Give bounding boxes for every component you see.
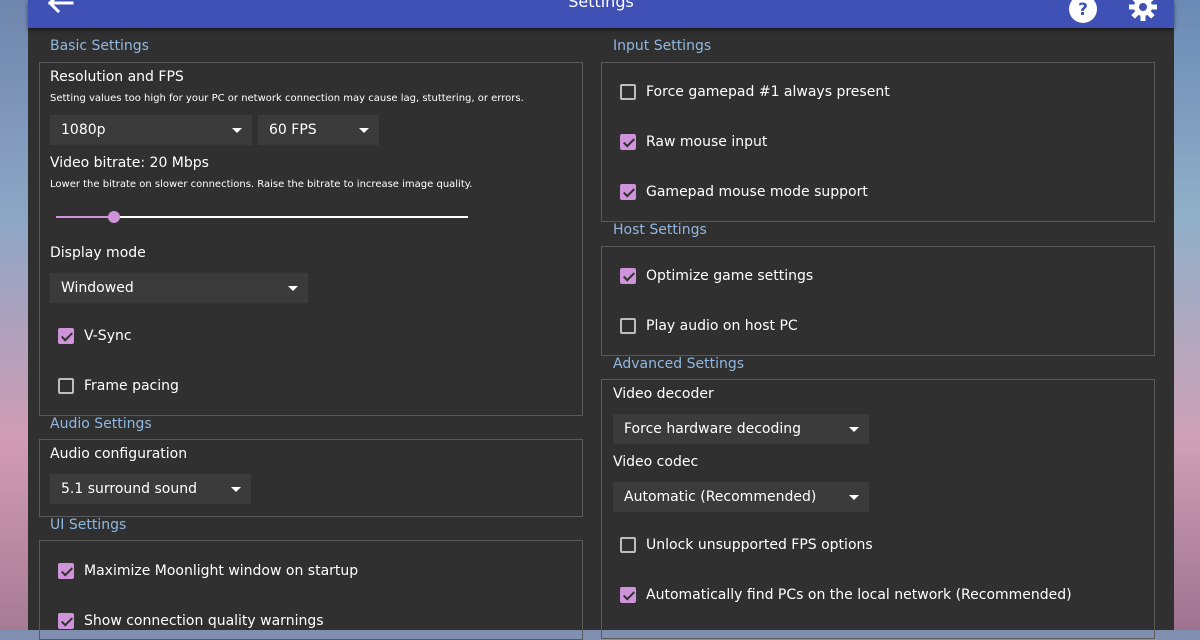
page-title: Settings <box>568 0 634 11</box>
gear-icon[interactable] <box>1128 0 1158 22</box>
play-audio-option[interactable]: Play audio on host PC <box>620 314 798 338</box>
optimize-game-option[interactable]: Optimize game settings <box>620 264 813 288</box>
gamepad-mouse-checkbox[interactable] <box>620 184 636 200</box>
display-mode-value: Windowed <box>61 280 134 296</box>
audio-config-label: Audio configuration <box>50 446 188 462</box>
bitrate-slider-thumb[interactable] <box>107 211 120 223</box>
video-codec-value: Automatic (Recommended) <box>624 489 817 505</box>
gamepad-mouse-label: Gamepad mouse mode support <box>646 184 868 200</box>
check-icon <box>622 135 636 148</box>
quality-warnings-option[interactable]: Show connection quality warnings <box>58 609 324 633</box>
check-icon <box>622 588 636 601</box>
chevron-down-icon <box>849 427 859 432</box>
find-pcs-option[interactable]: Automatically find PCs on the local netw… <box>620 583 1072 607</box>
video-decoder-label: Video decoder <box>613 386 714 402</box>
fps-dropdown[interactable]: 60 FPS <box>258 115 379 145</box>
resolution-label: Resolution and FPS <box>50 69 184 85</box>
frame-pacing-checkbox[interactable] <box>58 378 74 394</box>
bitrate-label: Video bitrate: 20 Mbps <box>50 155 209 171</box>
chevron-down-icon <box>849 495 859 500</box>
vsync-label: V-Sync <box>84 328 132 344</box>
unlock-fps-option[interactable]: Unlock unsupported FPS options <box>620 533 873 557</box>
raw-mouse-option[interactable]: Raw mouse input <box>620 130 767 154</box>
raw-mouse-checkbox[interactable] <box>620 134 636 150</box>
resolution-dropdown[interactable]: 1080p <box>50 115 252 145</box>
maximize-label: Maximize Moonlight window on startup <box>84 563 359 579</box>
bitrate-slider[interactable] <box>56 211 468 223</box>
chevron-down-icon <box>232 128 242 133</box>
desktop-background-right <box>1174 0 1200 630</box>
maximize-option[interactable]: Maximize Moonlight window on startup <box>58 559 358 583</box>
check-icon <box>60 329 74 342</box>
vsync-option[interactable]: V-Sync <box>58 324 132 348</box>
display-mode-dropdown[interactable]: Windowed <box>50 273 308 303</box>
fps-value: 60 FPS <box>269 122 317 138</box>
optimize-game-checkbox[interactable] <box>620 268 636 284</box>
ui-settings-title: UI Settings <box>50 517 127 533</box>
audio-settings-title: Audio Settings <box>50 416 152 432</box>
bitrate-hint: Lower the bitrate on slower connections.… <box>50 179 473 190</box>
find-pcs-label: Automatically find PCs on the local netw… <box>646 587 1072 603</box>
toolbar: Settings ? <box>28 0 1174 28</box>
settings-window: Settings ? Basic Settings Resolution and… <box>28 0 1174 640</box>
vsync-checkbox[interactable] <box>58 328 74 344</box>
bitrate-slider-fill <box>56 216 114 218</box>
video-codec-label: Video codec <box>613 454 699 470</box>
input-settings-title: Input Settings <box>613 38 712 54</box>
check-icon <box>622 185 636 198</box>
audio-config-value: 5.1 surround sound <box>61 481 197 497</box>
check-icon <box>622 269 636 282</box>
raw-mouse-label: Raw mouse input <box>646 134 768 150</box>
display-mode-label: Display mode <box>50 245 146 261</box>
check-icon <box>60 614 74 627</box>
resolution-value: 1080p <box>61 122 106 138</box>
quality-warnings-checkbox[interactable] <box>58 613 74 629</box>
video-decoder-value: Force hardware decoding <box>624 421 802 437</box>
play-audio-label: Play audio on host PC <box>646 318 798 334</box>
svg-text:?: ? <box>1078 0 1088 20</box>
chevron-down-icon <box>231 487 241 492</box>
desktop-background-left <box>0 0 28 630</box>
video-decoder-dropdown[interactable]: Force hardware decoding <box>613 414 869 444</box>
quality-warnings-label: Show connection quality warnings <box>84 613 324 629</box>
unlock-fps-label: Unlock unsupported FPS options <box>646 537 873 553</box>
check-icon <box>60 564 74 577</box>
audio-config-dropdown[interactable]: 5.1 surround sound <box>50 474 251 504</box>
host-settings-group <box>601 246 1155 356</box>
chevron-down-icon <box>288 286 298 291</box>
gamepad-present-checkbox[interactable] <box>620 84 636 100</box>
find-pcs-checkbox[interactable] <box>620 587 636 603</box>
gamepad-mouse-option[interactable]: Gamepad mouse mode support <box>620 180 868 204</box>
basic-settings-title: Basic Settings <box>50 38 149 54</box>
maximize-checkbox[interactable] <box>58 563 74 579</box>
gamepad-present-label: Force gamepad #1 always present <box>646 84 890 100</box>
host-settings-title: Host Settings <box>613 222 707 238</box>
resolution-hint: Setting values too high for your PC or n… <box>50 93 524 104</box>
frame-pacing-option[interactable]: Frame pacing <box>58 374 179 398</box>
gamepad-present-option[interactable]: Force gamepad #1 always present <box>620 80 890 104</box>
optimize-game-label: Optimize game settings <box>646 268 814 284</box>
frame-pacing-label: Frame pacing <box>84 378 179 394</box>
help-icon[interactable]: ? <box>1068 0 1098 24</box>
unlock-fps-checkbox[interactable] <box>620 537 636 553</box>
chevron-down-icon <box>359 128 369 133</box>
video-codec-dropdown[interactable]: Automatic (Recommended) <box>613 482 869 512</box>
advanced-settings-title: Advanced Settings <box>613 356 745 372</box>
play-audio-checkbox[interactable] <box>620 318 636 334</box>
